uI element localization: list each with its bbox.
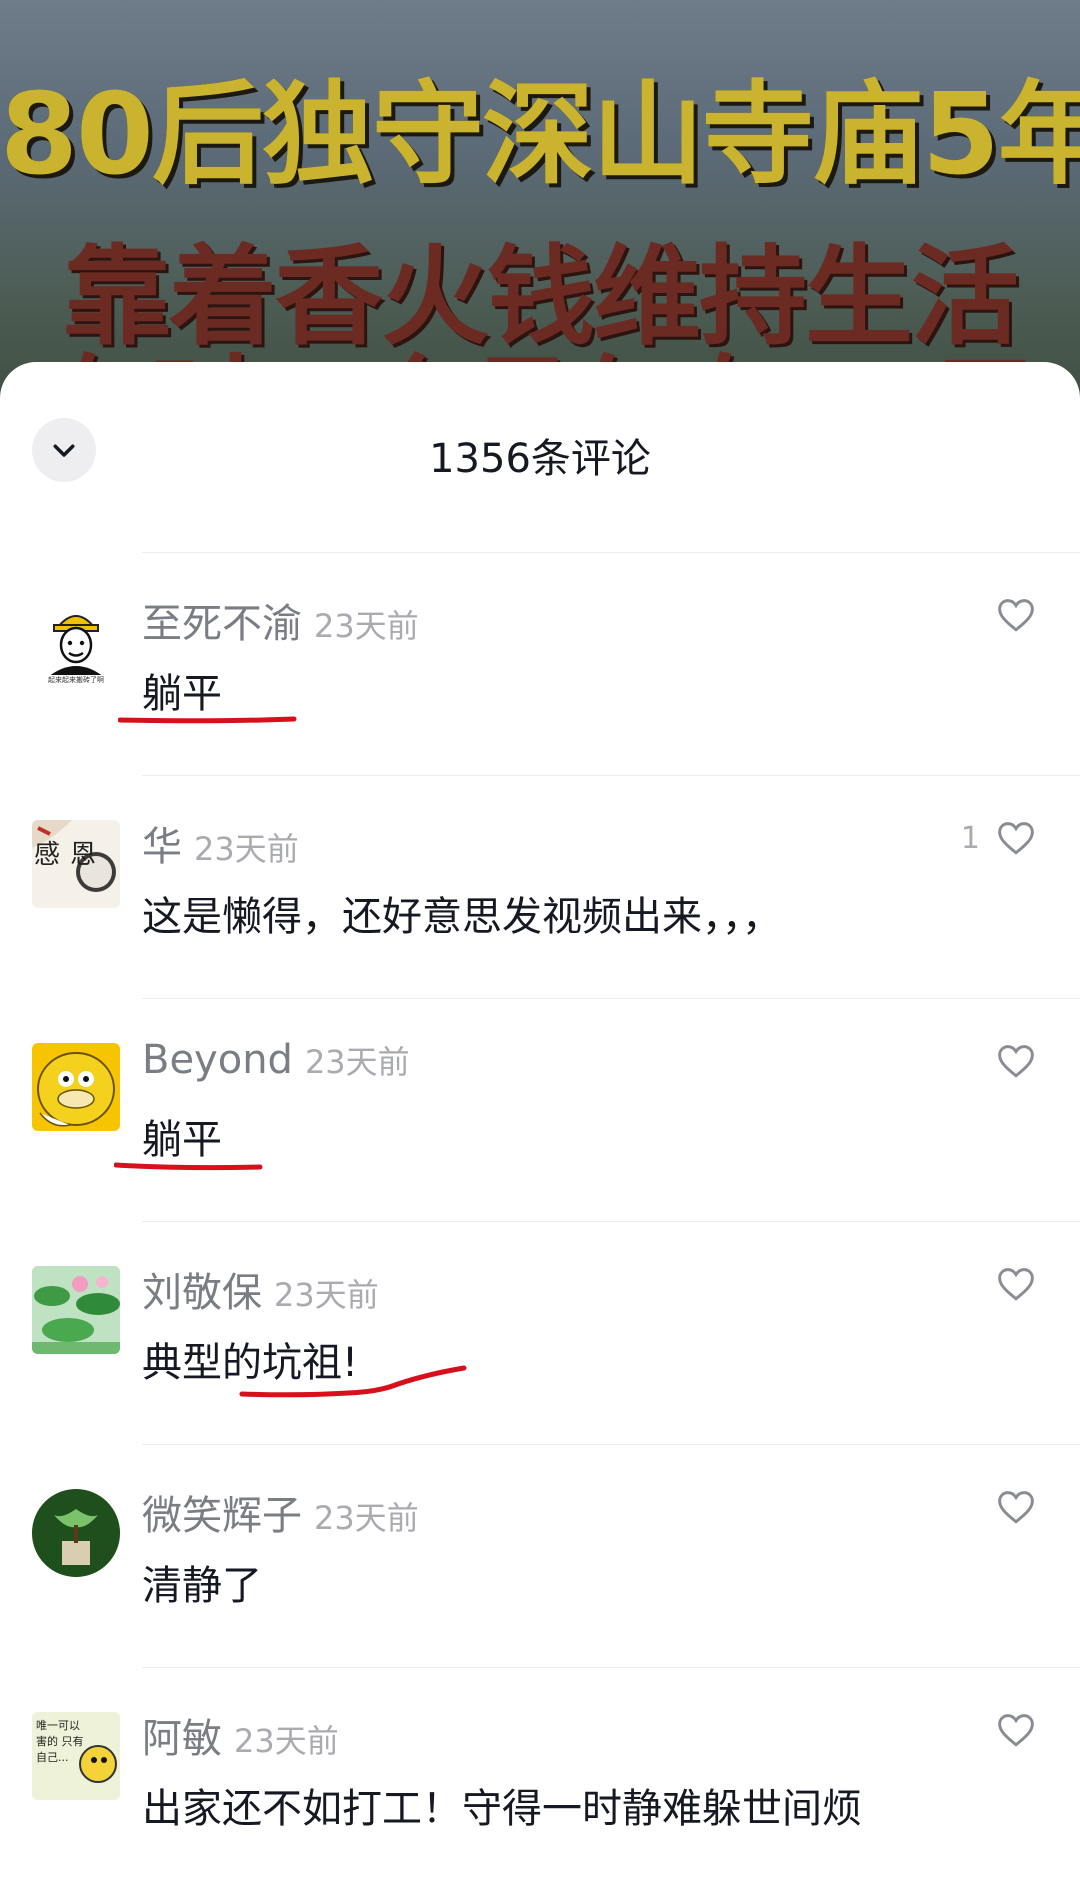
heart-outline-icon <box>998 1714 1034 1747</box>
avatar[interactable]: 感恩 <box>32 820 120 908</box>
comment-username[interactable]: 至死不渝 <box>142 601 302 647</box>
comment-time: 23天前 <box>304 1043 410 1081</box>
video-title-line1: 80后独守深山寺庙5年 <box>0 70 1080 200</box>
like-button[interactable] <box>980 597 1036 633</box>
like-button[interactable] <box>980 1489 1036 1525</box>
comment-time: 23天前 <box>314 607 419 645</box>
like-button[interactable] <box>980 1043 1036 1079</box>
comment-item: Beyond 23天前 躺平 <box>32 998 1080 1221</box>
avatar[interactable] <box>32 1266 120 1354</box>
comment-username[interactable]: Beyond <box>142 1037 293 1083</box>
heart-outline-icon <box>998 1268 1034 1301</box>
comment-time: 23天前 <box>274 1276 379 1314</box>
comment-time: 23天前 <box>194 830 299 868</box>
like-button[interactable]: 1 <box>961 820 1036 856</box>
avatar-caption: 感恩 <box>34 840 107 870</box>
comment-list: 起来起来搬砖了啊 至死不渝 23天前 躺平 感恩 华 23天前 这是懒得，还好意… <box>0 552 1080 1890</box>
video-background[interactable]: 80后独守深山寺庙5年 靠着香火钱维持生活 有时一个月仅有40元 <box>0 0 1080 420</box>
comment-username[interactable]: 阿敏 <box>142 1716 222 1762</box>
comment-item: 唯一可以 害的 只有 自己... 阿敏 23天前 出家还不如打工！守得一时静难躲世… <box>32 1667 1080 1890</box>
avatar-caption: 唯一可以 害的 只有 自己... <box>36 1719 84 1764</box>
avatar[interactable]: 起来起来搬砖了啊 <box>32 597 120 685</box>
like-count: 1 <box>960 820 980 856</box>
avatar-caption: 起来起来搬砖了啊 <box>32 675 120 685</box>
comment-item: 微笑辉子 23天前 清静了 <box>32 1444 1080 1667</box>
comment-text: 躺平 <box>142 1117 222 1163</box>
heart-outline-icon <box>998 599 1034 632</box>
comment-username[interactable]: 刘敬保 <box>142 1270 262 1316</box>
comment-time: 23天前 <box>314 1499 419 1537</box>
comment-time: 23天前 <box>234 1722 339 1760</box>
avatar[interactable] <box>32 1489 120 1577</box>
like-button[interactable] <box>980 1712 1036 1748</box>
comment-text: 清静了 <box>142 1563 262 1609</box>
comment-text: 这是懒得，还好意思发视频出来，，， <box>142 894 782 940</box>
comment-text: 躺平 <box>142 671 222 717</box>
comment-item: 起来起来搬砖了啊 至死不渝 23天前 躺平 <box>32 552 1080 775</box>
comment-username[interactable]: 微笑辉子 <box>142 1493 302 1539</box>
comments-sheet: 1356条评论 起来起来搬砖了啊 至死不渝 23天前 躺平 感恩 华 23天前 … <box>0 362 1080 1879</box>
avatar[interactable]: 唯一可以 害的 只有 自己... <box>32 1712 120 1800</box>
comment-username[interactable]: 华 <box>142 824 182 870</box>
like-button[interactable] <box>980 1266 1036 1302</box>
comment-count-title: 1356条评论 <box>429 436 651 482</box>
comment-text: 典型的坑祖! <box>142 1340 359 1386</box>
heart-outline-icon <box>998 1491 1034 1524</box>
comment-item: 感恩 华 23天前 这是懒得，还好意思发视频出来，，， 1 <box>32 775 1080 998</box>
comment-text: 出家还不如打工！守得一时静难躲世间烦 <box>142 1786 862 1832</box>
avatar[interactable] <box>32 1043 120 1131</box>
comment-item: 刘敬保 23天前 典型的坑祖! <box>32 1221 1080 1444</box>
heart-outline-icon <box>998 822 1034 855</box>
heart-outline-icon <box>998 1045 1034 1078</box>
